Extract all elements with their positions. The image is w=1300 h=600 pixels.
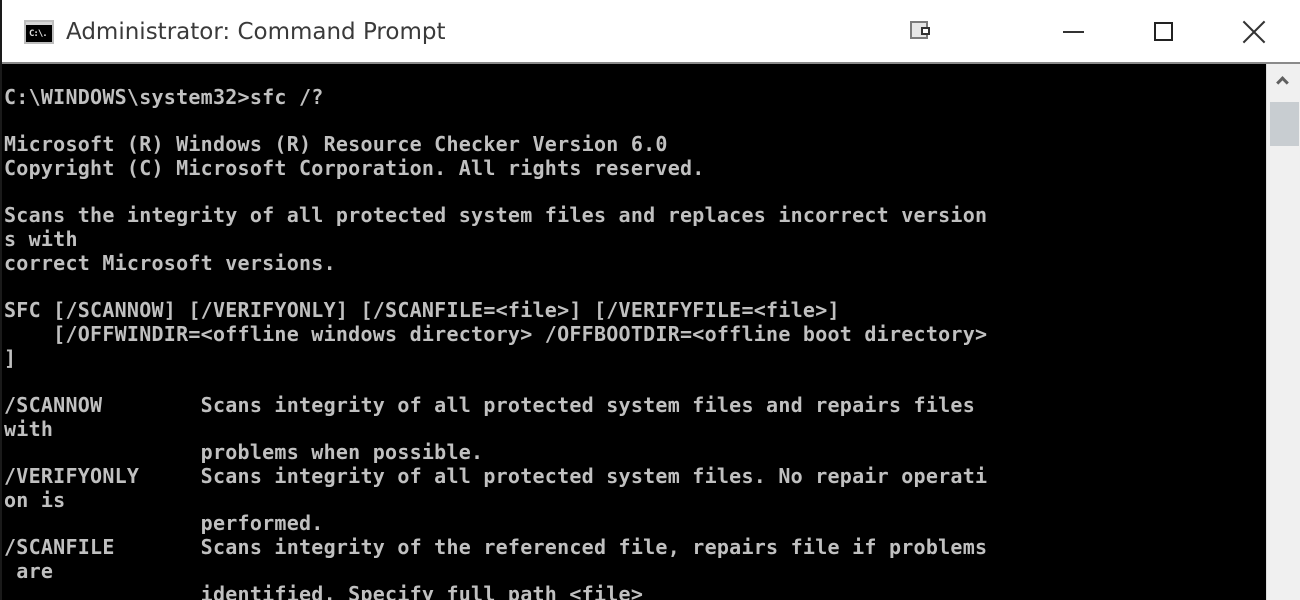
console-line: Scans the integrity of all protected sys… [4,203,988,228]
command-prompt-window: C:\. Administrator: Command Prompt C:\WI… [0,0,1300,600]
minimize-icon [1063,31,1084,33]
console-line: [/OFFWINDIR=<offline windows directory> … [4,321,988,346]
maximize-button[interactable] [1120,0,1210,62]
console-line: SFC [/SCANNOW] [/VERIFYONLY] [/SCANFILE=… [4,298,840,323]
console-text: C:\WINDOWS\system32>sfc /? Microsoft (R) … [4,85,988,600]
console-line: identified. Specify full path <file> [4,582,644,600]
console-line: correct Microsoft versions. [4,250,336,275]
console-line: Microsoft (R) Windows (R) Resource Check… [4,132,668,157]
cmd-icon[interactable]: C:\. [24,20,54,44]
scrollbar-thumb[interactable] [1270,102,1299,146]
console-line: on is [4,487,66,512]
console-line: ] [4,345,17,370]
console-output[interactable]: C:\WINDOWS\system32>sfc /? Microsoft (R) … [2,64,1266,600]
window-title: Administrator: Command Prompt [66,19,446,45]
console-line: problems when possible. [4,440,484,465]
minimize-button[interactable] [1030,0,1120,62]
console-line: /SCANFILE Scans integrity of the referen… [4,535,988,560]
console-line: C:\WINDOWS\system32>sfc /? [4,85,324,109]
console-line: performed. [4,511,324,536]
console-line: /SCANNOW Scans integrity of all protecte… [4,392,975,417]
maximize-icon [1154,22,1173,41]
close-button[interactable] [1210,0,1300,62]
console-line: s with [4,227,78,252]
vertical-scrollbar[interactable] [1266,64,1300,600]
console-line: /VERIFYONLY Scans integrity of all prote… [4,464,988,488]
scroll-up-button[interactable] [1267,64,1300,102]
cmd-icon-label: C:\. [29,29,48,39]
close-icon [1242,20,1266,44]
console-line: with [4,416,54,441]
console-line: Copyright (C) Microsoft Corporation. All… [4,156,705,181]
title-bar[interactable]: C:\. Administrator: Command Prompt [2,0,1300,64]
console-line: are [4,558,54,583]
snap-assist-icon[interactable] [910,21,930,39]
